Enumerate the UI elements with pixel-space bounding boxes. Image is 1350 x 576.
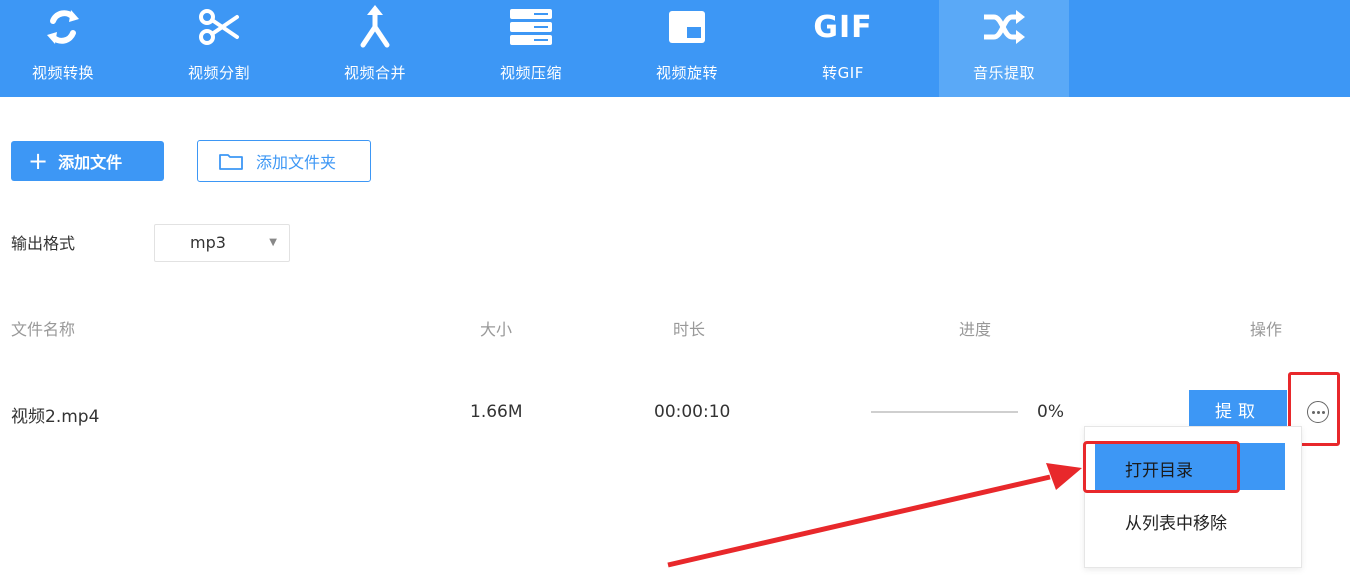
annotation-arrow [667, 463, 1082, 568]
